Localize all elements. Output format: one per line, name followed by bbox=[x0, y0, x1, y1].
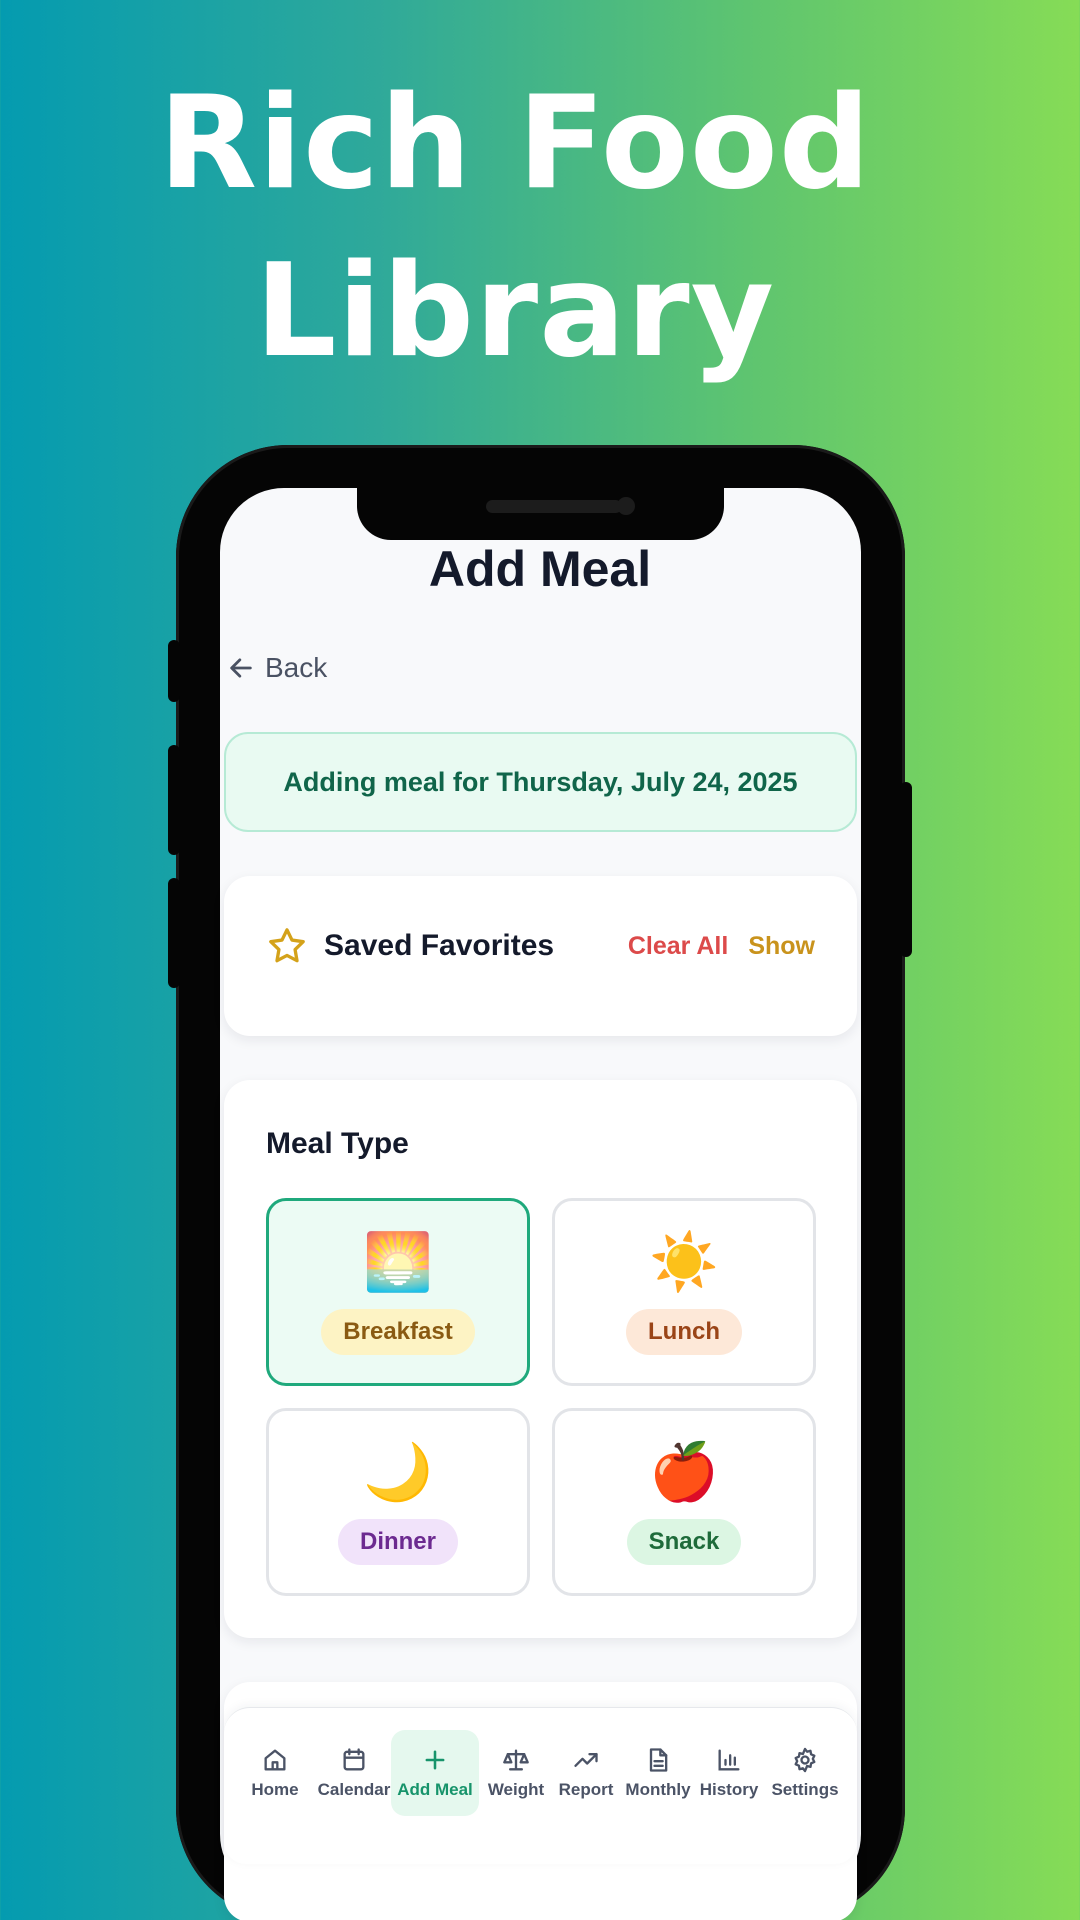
moon-icon: 🌙 bbox=[363, 1440, 433, 1503]
nav-label: Settings bbox=[771, 1780, 839, 1799]
trending-up-icon bbox=[574, 1753, 598, 1767]
clear-all-button[interactable]: Clear All bbox=[628, 932, 729, 961]
sunrise-icon: 🌅 bbox=[363, 1230, 433, 1293]
meal-option-snack[interactable]: 🍎 Snack bbox=[552, 1408, 816, 1596]
back-label: Back bbox=[265, 652, 328, 683]
star-icon bbox=[269, 928, 305, 963]
arrow-left-icon bbox=[230, 658, 252, 678]
show-favorites-button[interactable]: Show bbox=[748, 932, 815, 961]
apple-icon: 🍎 bbox=[649, 1440, 719, 1503]
scale-icon bbox=[503, 1749, 529, 1771]
document-icon bbox=[649, 1748, 668, 1772]
nav-label: Monthly bbox=[625, 1780, 691, 1799]
phone-notch bbox=[357, 488, 724, 540]
phone-volume-up bbox=[168, 745, 180, 855]
nav-label: Add Meal bbox=[397, 1780, 473, 1799]
bar-chart-icon bbox=[718, 1749, 740, 1771]
bottom-navigation: Home Calendar Add Meal Weight Report Mon… bbox=[224, 1707, 857, 1864]
nav-label: Home bbox=[251, 1780, 299, 1799]
nav-item-home[interactable]: Home bbox=[244, 1730, 306, 1816]
phone-camera bbox=[617, 497, 635, 515]
plus-icon bbox=[425, 1750, 445, 1770]
meal-option-label: Snack bbox=[626, 1519, 742, 1565]
nav-label: Report bbox=[558, 1780, 614, 1799]
promo-headline-line2: Library bbox=[254, 237, 776, 386]
nav-item-weight[interactable]: Weight bbox=[484, 1730, 548, 1816]
nav-label: History bbox=[699, 1780, 759, 1799]
calendar-icon bbox=[343, 1748, 365, 1771]
meal-option-lunch[interactable]: ☀️ Lunch bbox=[552, 1198, 816, 1386]
nav-item-report[interactable]: Report bbox=[554, 1730, 618, 1816]
meal-option-label: Breakfast bbox=[321, 1309, 475, 1355]
nav-label: Weight bbox=[487, 1780, 545, 1799]
favorites-title: Saved Favorites bbox=[324, 929, 555, 962]
date-banner: Adding meal for Thursday, July 24, 2025 bbox=[224, 732, 857, 832]
promo-headline: Rich Food Library bbox=[0, 60, 1030, 396]
nav-item-history[interactable]: History bbox=[698, 1730, 760, 1816]
favorites-card: Saved Favorites Clear All Show bbox=[224, 876, 857, 1036]
page-title: Add Meal bbox=[428, 541, 652, 597]
phone-volume-down bbox=[168, 878, 180, 988]
sun-icon: ☀️ bbox=[649, 1230, 719, 1293]
promo-headline-line1: Rich Food bbox=[158, 69, 872, 218]
back-button[interactable]: Back bbox=[227, 648, 327, 688]
meal-option-label: Dinner bbox=[337, 1519, 458, 1565]
meal-type-card: Meal Type 🌅 Breakfast ☀️ Lunch 🌙 Dinner … bbox=[224, 1080, 857, 1638]
phone-power-button bbox=[900, 782, 912, 957]
meal-type-title: Meal Type bbox=[266, 1127, 409, 1160]
meal-option-dinner[interactable]: 🌙 Dinner bbox=[266, 1408, 530, 1596]
nav-item-monthly[interactable]: Monthly bbox=[622, 1730, 694, 1816]
phone-mute-switch bbox=[168, 640, 180, 702]
home-icon bbox=[264, 1749, 286, 1771]
gear-icon bbox=[794, 1747, 816, 1773]
meal-option-breakfast[interactable]: 🌅 Breakfast bbox=[266, 1198, 530, 1386]
phone-speaker bbox=[486, 500, 622, 513]
meal-option-label: Lunch bbox=[626, 1309, 742, 1355]
nav-item-add-meal[interactable]: Add Meal bbox=[391, 1730, 479, 1816]
nav-label: Calendar bbox=[317, 1780, 391, 1799]
nav-item-calendar[interactable]: Calendar bbox=[314, 1730, 394, 1816]
nav-item-settings[interactable]: Settings bbox=[768, 1730, 842, 1816]
